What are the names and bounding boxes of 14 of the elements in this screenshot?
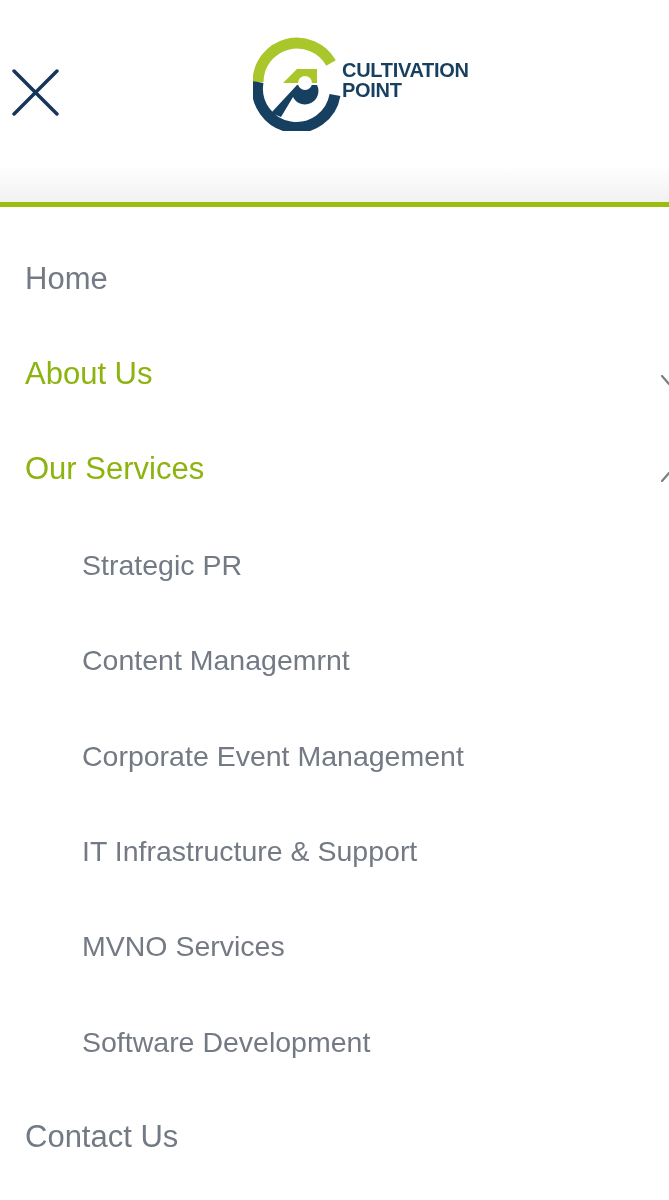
chevron-icon[interactable] [661, 470, 669, 483]
menu-item[interactable]: Contact Us [25, 1118, 179, 1157]
submenu-item[interactable]: Content Managemrnt [82, 642, 350, 679]
submenu-item[interactable]: Corporate Event Management [82, 737, 464, 774]
submenu-item[interactable]: Strategic PR [82, 546, 242, 583]
menu-item[interactable]: Home [25, 259, 108, 298]
menu-item[interactable]: Our Services [25, 450, 205, 489]
submenu-item[interactable]: IT Infrastructure & Support [82, 833, 418, 870]
close-button[interactable] [12, 69, 59, 116]
chevron-icon[interactable] [661, 375, 669, 388]
logo-wordmark: CULTIVATION POINT [342, 60, 469, 100]
menu-item[interactable]: About Us [25, 355, 153, 394]
submenu-item[interactable]: MVNO Services [82, 928, 285, 965]
submenu-item[interactable]: Software Development [82, 1023, 371, 1060]
